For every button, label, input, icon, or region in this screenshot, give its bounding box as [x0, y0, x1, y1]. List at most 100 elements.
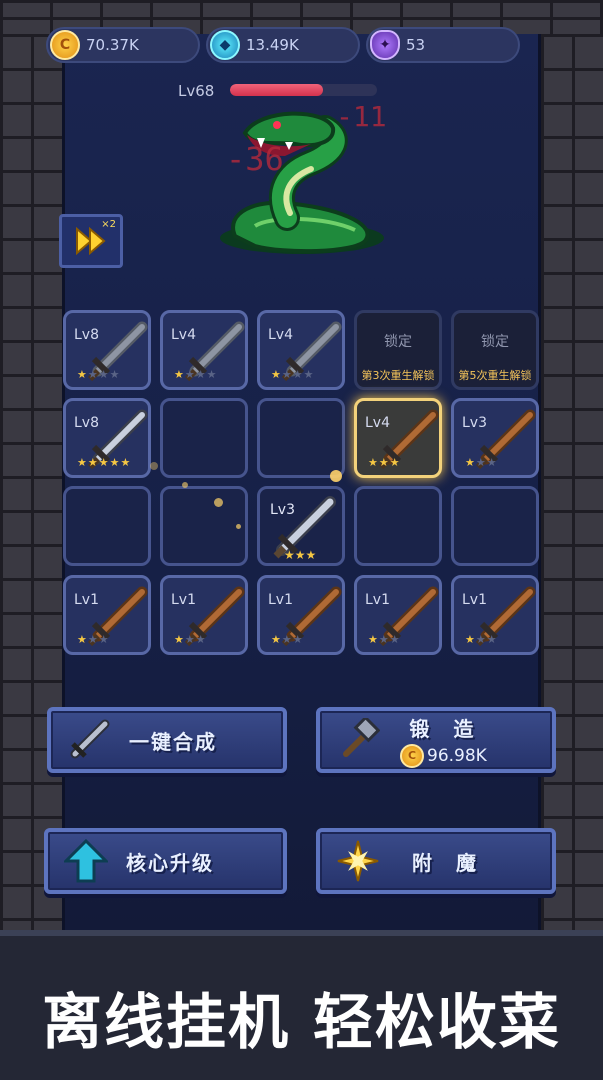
up-arrow-icon: [64, 839, 108, 883]
forge-price-value: 96.98K: [427, 745, 487, 766]
weapon-level: Lv8: [74, 415, 99, 431]
empty-slot[interactable]: [63, 486, 151, 566]
auto-merge-label: 一键合成: [129, 729, 217, 754]
star-icon: ★: [77, 633, 88, 646]
weapon-level: Lv4: [171, 327, 196, 343]
empty-slot[interactable]: [160, 486, 248, 566]
speed-toggle-button[interactable]: ×2: [59, 214, 123, 268]
forge-button[interactable]: 锻 造 C 96.98K: [316, 707, 556, 773]
locked-slot[interactable]: 锁定第3次重生解锁: [354, 310, 442, 390]
lock-label: 锁定: [481, 334, 509, 350]
enemy-hp-bar: [230, 84, 377, 96]
weapon-stars: ★★★: [174, 633, 207, 646]
unlock-note: 第5次重生解锁: [458, 369, 532, 382]
core-upgrade-button[interactable]: 核心升级: [44, 828, 287, 894]
gem-counter[interactable]: ◆ 13.49K: [206, 27, 360, 63]
gem-value: 13.49K: [246, 36, 299, 54]
soul-icon: ✦: [370, 30, 400, 60]
right-brick-wall: [541, 0, 603, 935]
weapon-stars: ★★★: [368, 456, 401, 469]
weapon-slot[interactable]: Lv3 ★★★: [451, 398, 539, 478]
star-icon: ★: [292, 633, 304, 646]
dragged-weapon-stars: ★★★: [284, 548, 317, 562]
weapon-level: Lv8: [74, 327, 99, 343]
damage-number: -36: [226, 140, 284, 178]
coin-icon: C: [50, 30, 80, 60]
weapon-level: Lv3: [462, 415, 487, 431]
star-icon: ★: [98, 368, 110, 381]
star-icon: ★: [109, 456, 121, 469]
star-icon: ★: [206, 368, 218, 381]
enemy-hp-fill: [230, 84, 323, 96]
weapon-stars: ★★★: [271, 633, 304, 646]
weapon-slot[interactable]: Lv1 ★★★: [451, 575, 539, 655]
promo-banner-text: 离线挂机 轻松收菜: [42, 988, 561, 1058]
star-icon: ★: [368, 633, 379, 646]
unlock-note: 第3次重生解锁: [361, 369, 435, 382]
star-icon: ★: [378, 456, 390, 469]
star-icon: ★: [87, 456, 99, 469]
auto-merge-button[interactable]: 一键合成: [47, 707, 287, 773]
forge-label: 锻 造: [409, 716, 476, 741]
star-icon: ★: [486, 633, 498, 646]
star-icon: ★: [184, 368, 196, 381]
weapon-stars: ★★★★: [77, 368, 121, 381]
merge-trail-particle: [214, 498, 223, 507]
star-icon: ★: [87, 368, 99, 381]
forge-price: C 96.98K: [398, 743, 487, 768]
star-icon: ★: [174, 368, 185, 381]
star-icon: ★: [195, 368, 207, 381]
core-upgrade-label: 核心升级: [126, 850, 214, 875]
empty-slot[interactable]: [451, 486, 539, 566]
empty-slot[interactable]: [257, 398, 345, 478]
star-icon: ★: [87, 633, 99, 646]
weapon-slot[interactable]: Lv8 ★★★★: [63, 310, 151, 390]
weapon-level: Lv4: [365, 415, 390, 431]
star-icon: ★: [281, 633, 293, 646]
star-icon: ★: [465, 633, 476, 646]
merge-trail-particle: [330, 470, 342, 482]
star-icon: ★: [271, 368, 282, 381]
weapon-level: Lv1: [462, 592, 487, 608]
empty-slot[interactable]: [354, 486, 442, 566]
weapon-slot[interactable]: Lv4 ★★★★: [257, 310, 345, 390]
weapon-slot[interactable]: Lv4 ★★★★: [160, 310, 248, 390]
left-brick-wall: [0, 0, 62, 935]
gem-icon: ◆: [210, 30, 240, 60]
weapon-slot[interactable]: Lv8 ★★★★★: [63, 398, 151, 478]
enchant-button[interactable]: 附 魔: [316, 828, 556, 894]
promo-banner: 离线挂机 轻松收菜: [0, 930, 603, 1080]
sword-icon: [70, 719, 110, 759]
weapon-stars: ★★★: [77, 633, 110, 646]
star-icon: ★: [389, 456, 401, 469]
speed-multiplier: ×2: [101, 219, 116, 230]
empty-slot[interactable]: [160, 398, 248, 478]
weapon-slot[interactable]: Lv1 ★★★: [354, 575, 442, 655]
star-icon: ★: [77, 456, 88, 469]
hammer-icon: [343, 718, 380, 757]
weapon-level: Lv1: [365, 592, 390, 608]
weapon-slot[interactable]: Lv1 ★★★: [257, 575, 345, 655]
sparkle-icon: [337, 840, 379, 882]
star-icon: ★: [389, 633, 401, 646]
merge-trail-particle: [150, 462, 158, 470]
star-icon: ★: [378, 633, 390, 646]
coin-counter[interactable]: C 70.37K: [46, 27, 200, 63]
fast-forward-icon: [76, 227, 106, 255]
weapon-level: Lv1: [74, 592, 99, 608]
soul-value: 53: [406, 36, 426, 54]
star-icon: ★: [195, 633, 207, 646]
dragged-weapon[interactable]: Lv3 ★★★: [258, 492, 348, 564]
lock-label: 锁定: [384, 334, 412, 350]
soul-counter[interactable]: ✦ 53: [366, 27, 520, 63]
weapon-slot[interactable]: Lv4 ★★★: [354, 398, 442, 478]
merge-trail-particle: [236, 524, 241, 529]
locked-slot[interactable]: 锁定第5次重生解锁: [451, 310, 539, 390]
weapon-slot[interactable]: Lv1 ★★★: [63, 575, 151, 655]
star-icon: ★: [475, 456, 487, 469]
enemy-level: Lv68: [178, 82, 215, 100]
star-icon: ★: [109, 368, 121, 381]
weapon-stars: ★★★★: [271, 368, 315, 381]
weapon-slot[interactable]: Lv1 ★★★: [160, 575, 248, 655]
weapon-stars: ★★★★: [174, 368, 218, 381]
